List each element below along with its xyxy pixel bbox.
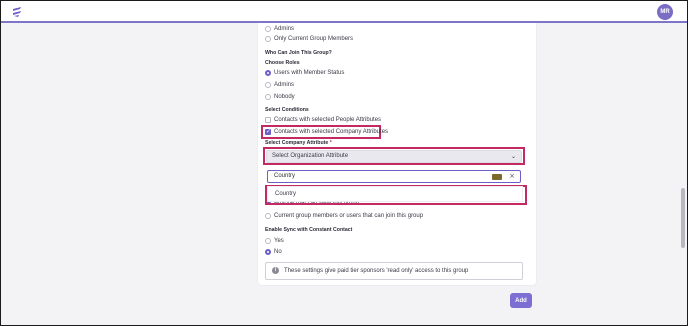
radio-view-admins[interactable] xyxy=(265,26,271,32)
add-button[interactable]: Add xyxy=(510,293,532,308)
dropdown-option-country-label: Country xyxy=(275,191,297,197)
info-note-text: These settings give paid tier sponsors '… xyxy=(284,268,469,274)
company-attribute-select[interactable]: Select Organization Attribute ⌄ xyxy=(266,150,522,163)
sync-heading: Enable Sync with Constant Contact xyxy=(265,227,353,233)
attribute-search-input[interactable]: Country × xyxy=(267,170,521,183)
scrollbar-thumb[interactable] xyxy=(681,188,685,248)
chevron-down-icon[interactable]: ⌄ xyxy=(511,153,516,160)
radio-view-current-members[interactable] xyxy=(265,36,271,42)
radio-role-nobody-label: Nobody xyxy=(274,94,295,100)
app-logo-icon[interactable] xyxy=(11,6,23,18)
keyboard-icon[interactable] xyxy=(492,174,502,180)
radio-sync-yes[interactable] xyxy=(265,238,271,244)
radio-role-admins-label: Admins xyxy=(274,82,295,88)
choose-roles-heading: Choose Roles xyxy=(265,60,300,66)
radio-role-member-status[interactable] xyxy=(265,70,271,76)
radio-current-members-join[interactable] xyxy=(265,213,271,219)
checkbox-people-attributes[interactable] xyxy=(265,117,271,123)
radio-sync-no-label: No xyxy=(274,249,282,255)
radio-role-admins[interactable] xyxy=(265,82,271,88)
checkbox-company-attributes-label: Contacts with selected Company Attribute… xyxy=(274,129,389,135)
company-attribute-label-text: Select Company Attribute xyxy=(265,140,329,146)
info-note: i These settings give paid tier sponsors… xyxy=(265,262,523,280)
checkbox-people-attributes-label: Contacts with selected People Attributes xyxy=(274,117,382,123)
scrollbar[interactable] xyxy=(681,23,685,323)
radio-sync-yes-label: Yes xyxy=(274,238,284,244)
radio-current-members-join-label: Current group members or users that can … xyxy=(274,213,424,219)
radio-role-member-status-label: Users with Member Status xyxy=(274,70,345,76)
radio-sync-no[interactable] xyxy=(265,249,271,255)
dropdown-option-country[interactable]: Country xyxy=(267,186,523,202)
radio-role-nobody[interactable] xyxy=(265,94,271,100)
info-icon: i xyxy=(272,267,279,274)
checkbox-company-attributes[interactable] xyxy=(265,128,271,135)
clear-icon[interactable]: × xyxy=(509,172,515,180)
attribute-search-value: Country xyxy=(274,173,296,179)
radio-view-current-members-label: Only Current Group Members xyxy=(274,36,354,42)
avatar[interactable]: MR xyxy=(657,4,673,20)
app-window: MR Admins Only Current Group Members Who… xyxy=(0,0,688,326)
who-can-join-heading: Who Can Join This Group? xyxy=(265,50,332,56)
select-conditions-heading: Select Conditions xyxy=(265,107,309,113)
required-mark: * xyxy=(329,140,332,146)
company-attribute-label: Select Company Attribute * xyxy=(265,140,332,146)
radio-view-admins-label: Admins xyxy=(274,26,295,32)
top-bar: MR xyxy=(1,1,687,23)
company-attribute-select-value: Select Organization Attribute xyxy=(272,153,349,159)
